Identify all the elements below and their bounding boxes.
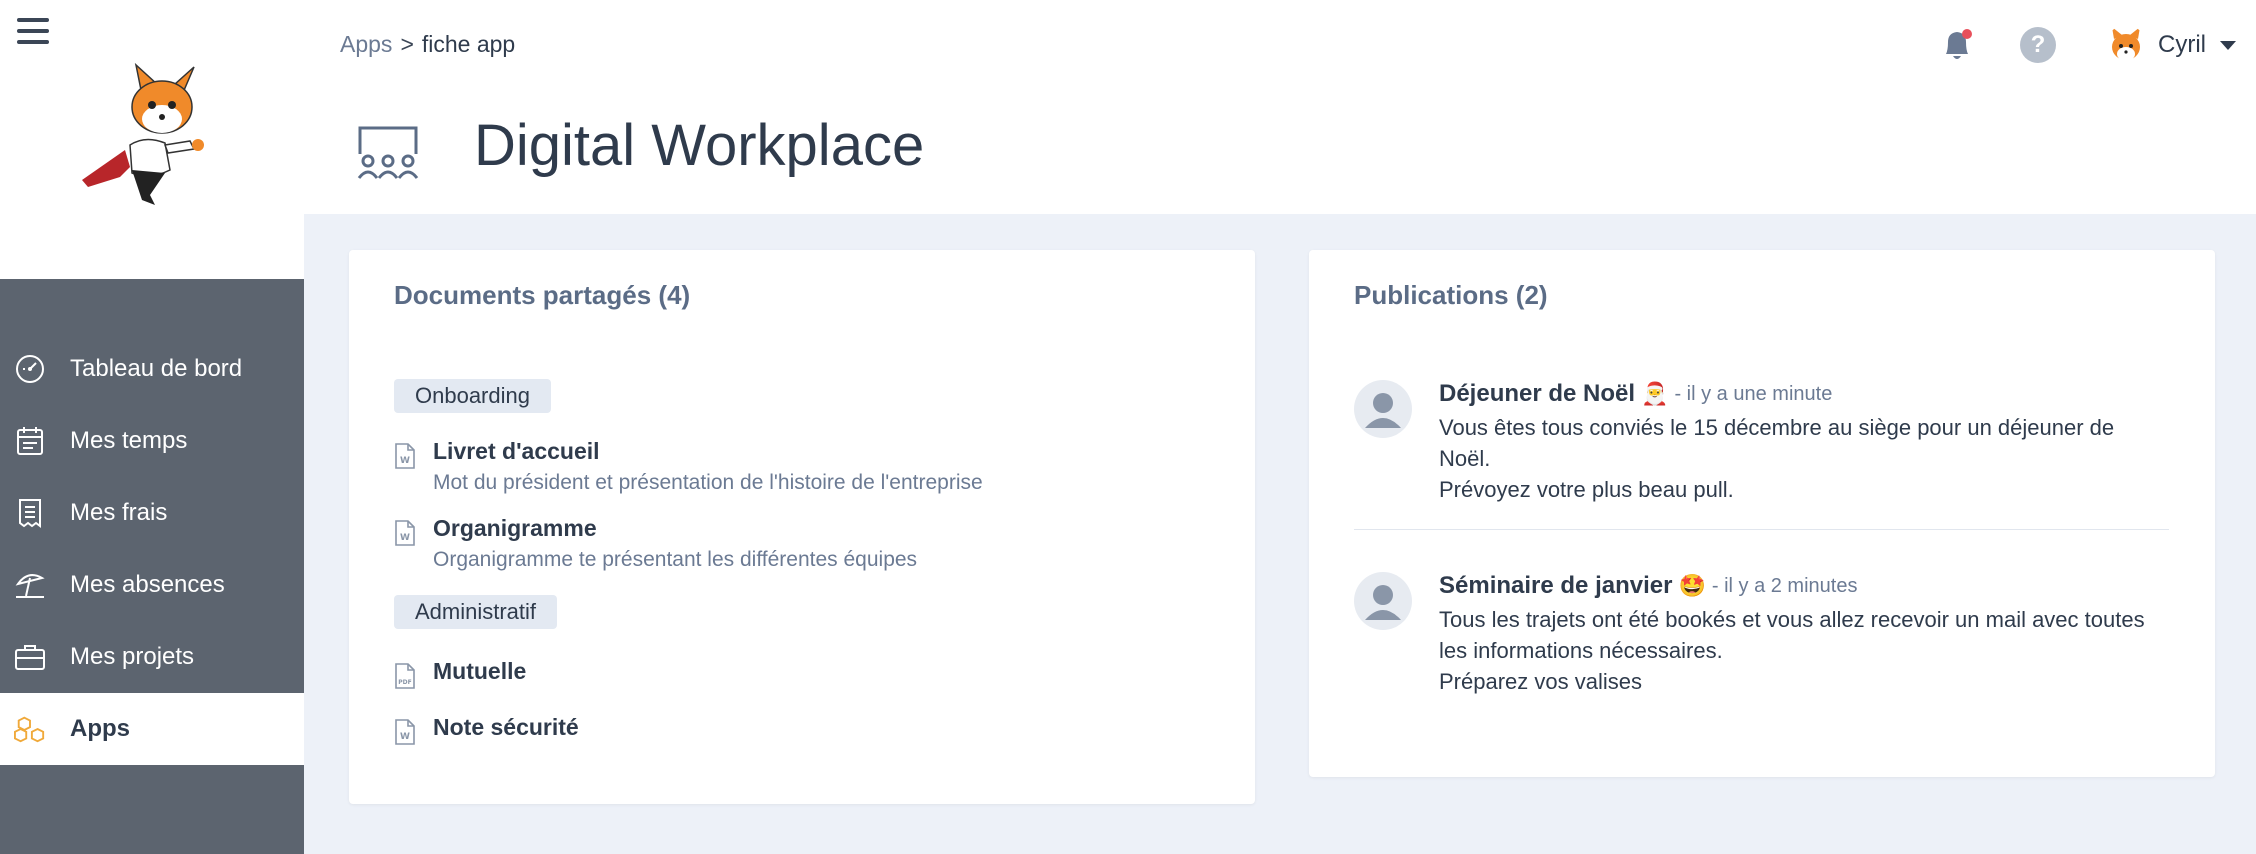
publication-title[interactable]: Séminaire de janvier — [1439, 572, 1672, 600]
sidebar-item-label: Mes frais — [70, 499, 168, 526]
publications-title: Publications (2) — [1354, 280, 1548, 310]
dashboard-icon — [14, 353, 46, 385]
avatar — [1354, 380, 1412, 438]
document-item[interactable]: W Note sécurité — [394, 714, 579, 746]
documents-title: Documents partagés (4) — [394, 280, 691, 310]
document-name: Mutuelle — [433, 658, 527, 684]
sidebar-item-mes-absences[interactable]: Mes absences — [0, 549, 304, 621]
notification-bell-icon[interactable] — [1940, 26, 1974, 64]
document-name: Organigramme — [433, 515, 597, 541]
publication-body: Vous êtes tous conviés le 15 décembre au… — [1439, 415, 2115, 471]
group-tag-administratif: Administratif — [394, 595, 558, 629]
publications-card: Publications (2) Déjeuner de Noël 🎅 - il… — [1309, 250, 2215, 777]
user-menu[interactable]: Cyril — [2106, 24, 2236, 66]
user-name: Cyril — [2158, 31, 2206, 58]
document-item[interactable]: PDF Mutuelle — [394, 658, 526, 690]
star-struck-emoji-icon: 🤩 — [1678, 573, 1706, 598]
svg-text:PDF: PDF — [398, 679, 411, 686]
sidebar-item-label: Mes projets — [70, 643, 195, 670]
publication-title[interactable]: Déjeuner de Noël — [1439, 380, 1635, 408]
help-icon[interactable]: ? — [2020, 27, 2056, 63]
user-avatar — [2112, 27, 2140, 61]
sidebar-item-mes-frais[interactable]: Mes frais — [0, 477, 304, 549]
chevron-down-icon — [2220, 40, 2236, 50]
breadcrumb-apps-link[interactable]: Apps — [340, 31, 392, 58]
group-meeting-icon — [357, 126, 419, 179]
briefcase-icon — [14, 641, 46, 673]
fox-superhero-logo — [82, 62, 204, 205]
publication-body: Tous les trajets ont été bookés et vous … — [1439, 607, 2145, 663]
receipt-icon — [14, 497, 46, 529]
breadcrumb: Apps > fiche app — [340, 31, 515, 58]
santa-emoji-icon: 🎅 — [1641, 381, 1669, 406]
svg-text:W: W — [400, 732, 410, 742]
document-description: Mot du président et présentation de l'hi… — [433, 471, 983, 494]
sidebar-item-label: Apps — [70, 715, 130, 742]
document-name: Note sécurité — [433, 714, 579, 740]
document-description: Organigramme te présentant les différent… — [433, 548, 918, 571]
hamburger-menu-icon[interactable] — [17, 18, 49, 48]
publication-time: - il y a 2 minutes — [1711, 574, 1858, 597]
svg-text:W: W — [400, 533, 410, 543]
page-header: Apps > fiche app Digital Workplace ? Cyr… — [304, 0, 2256, 214]
sidebar: Tableau de bord Mes temps Mes frais Mes … — [0, 0, 304, 854]
document-item[interactable]: W Livret d'accueil Mot du président et p… — [394, 438, 983, 495]
word-file-icon: W — [395, 520, 415, 546]
publication-body: Préparez vos valises — [1439, 669, 1642, 694]
sidebar-item-label: Mes temps — [70, 427, 188, 454]
publication-item: Séminaire de janvier 🤩 - il y a 2 minute… — [1354, 572, 2169, 697]
word-file-icon: W — [395, 443, 415, 469]
beach-umbrella-icon — [14, 569, 46, 601]
sidebar-nav: Tableau de bord Mes temps Mes frais Mes … — [0, 333, 304, 765]
sidebar-item-mes-projets[interactable]: Mes projets — [0, 621, 304, 693]
cubes-icon — [14, 713, 46, 745]
publication-item: Déjeuner de Noël 🎅 - il y a une minute V… — [1354, 380, 2169, 505]
document-item[interactable]: W Organigramme Organigramme te présentan… — [394, 515, 917, 572]
sidebar-header — [0, 0, 304, 279]
sidebar-item-tableau-de-bord[interactable]: Tableau de bord — [0, 333, 304, 405]
sidebar-item-label: Mes absences — [70, 571, 225, 598]
breadcrumb-separator: > — [400, 31, 414, 57]
sidebar-item-label: Tableau de bord — [70, 355, 243, 382]
publication-time: - il y a une minute — [1674, 382, 1833, 405]
avatar — [1354, 572, 1412, 630]
word-file-icon: W — [395, 719, 415, 745]
svg-text:W: W — [400, 456, 410, 466]
group-tag-onboarding: Onboarding — [394, 379, 551, 413]
documents-card: Documents partagés (4) Onboarding W Livr… — [349, 250, 1255, 804]
sidebar-item-apps[interactable]: Apps — [0, 693, 304, 765]
sidebar-item-mes-temps[interactable]: Mes temps — [0, 405, 304, 477]
divider — [1354, 529, 2169, 530]
page-title: Digital Workplace — [474, 113, 925, 178]
document-name: Livret d'accueil — [433, 438, 600, 464]
timesheet-icon — [14, 425, 46, 457]
pdf-file-icon: PDF — [395, 663, 415, 689]
breadcrumb-current: fiche app — [421, 31, 516, 57]
publication-body: Prévoyez votre plus beau pull. — [1439, 477, 1734, 502]
